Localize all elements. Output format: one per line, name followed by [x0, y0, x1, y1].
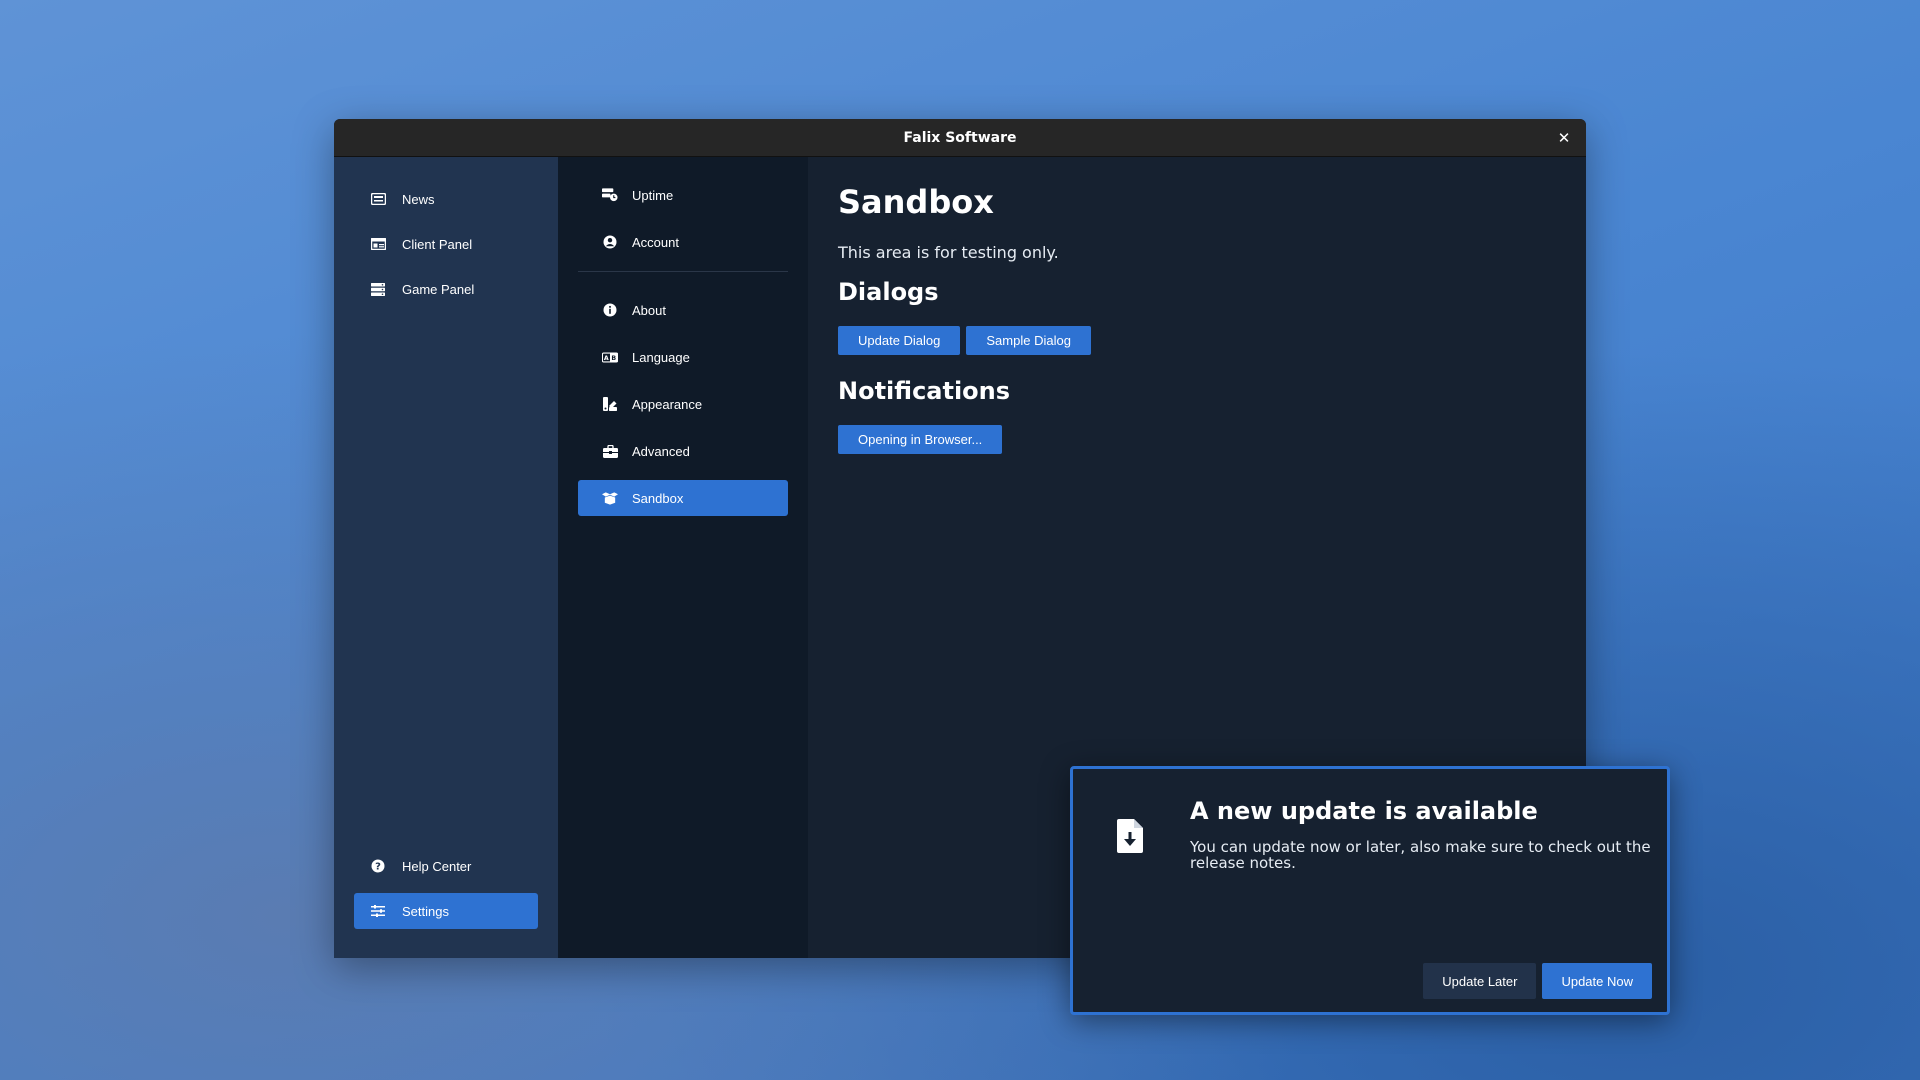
- update-dialog: A new update is available You can update…: [1070, 766, 1670, 1015]
- update-later-button[interactable]: Update Later: [1423, 963, 1537, 999]
- dialog-title: A new update is available: [1190, 797, 1538, 825]
- close-button[interactable]: ✕: [1554, 128, 1574, 148]
- sidebar-item-news[interactable]: News: [354, 181, 538, 217]
- sidebar-item-client-panel[interactable]: Client Panel: [354, 226, 538, 262]
- sidebar-item-label: Settings: [402, 903, 449, 919]
- window-title: Falix Software: [903, 129, 1017, 146]
- client-panel-icon: [370, 236, 386, 252]
- dialog-message: You can update now or later, also make s…: [1190, 838, 1651, 872]
- title-bar: Falix Software ✕: [334, 119, 1586, 157]
- subnav-item-account[interactable]: Account: [578, 224, 788, 260]
- sample-dialog-button[interactable]: Sample Dialog: [966, 326, 1091, 355]
- file-download-icon: [1117, 819, 1147, 855]
- subnav-item-label: Sandbox: [632, 490, 684, 506]
- sandbox-icon: [602, 490, 618, 506]
- settings-sliders-icon: [370, 903, 386, 919]
- sidebar-item-help-center[interactable]: ? Help Center: [354, 848, 538, 884]
- dialog-actions: Update Later Update Now: [1423, 963, 1652, 999]
- help-icon: ?: [370, 858, 386, 874]
- appearance-icon: [602, 396, 618, 412]
- update-dialog-button[interactable]: Update Dialog: [838, 326, 961, 355]
- subnav-item-appearance[interactable]: Appearance: [578, 386, 788, 422]
- news-icon: [370, 191, 386, 207]
- sidebar-item-label: Game Panel: [402, 281, 475, 297]
- close-icon: ✕: [1557, 129, 1571, 147]
- subnav-item-label: Uptime: [632, 187, 674, 203]
- subnav-item-language[interactable]: AB Language: [578, 339, 788, 375]
- sidebar-item-label: Client Panel: [402, 236, 473, 252]
- subnav-item-about[interactable]: About: [578, 292, 788, 328]
- notification-buttons: Opening in Browser...: [838, 425, 1556, 454]
- language-icon: AB: [602, 349, 618, 365]
- subnav-divider: [578, 271, 788, 272]
- page-title: Sandbox: [838, 183, 994, 221]
- subnav-item-uptime[interactable]: Uptime: [578, 177, 788, 213]
- uptime-icon: [602, 187, 618, 203]
- subnav-item-label: Advanced: [632, 443, 690, 459]
- sidebar-item-settings[interactable]: Settings: [354, 893, 538, 929]
- info-icon: [602, 302, 618, 318]
- svg-text:A: A: [604, 354, 609, 361]
- svg-text:B: B: [611, 354, 616, 361]
- sidebar-item-label: Help Center: [402, 858, 472, 874]
- game-panel-icon: [370, 281, 386, 297]
- main-sidebar: News Client Panel Game Panel ? Help Cent…: [334, 157, 558, 958]
- update-now-button[interactable]: Update Now: [1542, 963, 1652, 999]
- advanced-icon: [602, 443, 618, 459]
- account-icon: [602, 234, 618, 250]
- subnav-item-label: About: [632, 302, 666, 318]
- svg-text:?: ?: [375, 862, 381, 873]
- settings-subnav: Uptime Account About AB Language Appeara…: [558, 157, 808, 958]
- subnav-item-label: Account: [632, 234, 679, 250]
- subnav-item-label: Language: [632, 349, 690, 365]
- notifications-heading: Notifications: [838, 377, 1011, 405]
- dialog-buttons: Update Dialog Sample Dialog: [838, 326, 1556, 355]
- dialogs-heading: Dialogs: [838, 278, 939, 306]
- sidebar-item-game-panel[interactable]: Game Panel: [354, 271, 538, 307]
- sidebar-item-label: News: [402, 191, 435, 207]
- page-description: This area is for testing only.: [838, 243, 1059, 262]
- opening-in-browser-button[interactable]: Opening in Browser...: [838, 425, 1003, 454]
- subnav-item-label: Appearance: [632, 396, 703, 412]
- subnav-item-sandbox[interactable]: Sandbox: [578, 480, 788, 516]
- subnav-item-advanced[interactable]: Advanced: [578, 433, 788, 469]
